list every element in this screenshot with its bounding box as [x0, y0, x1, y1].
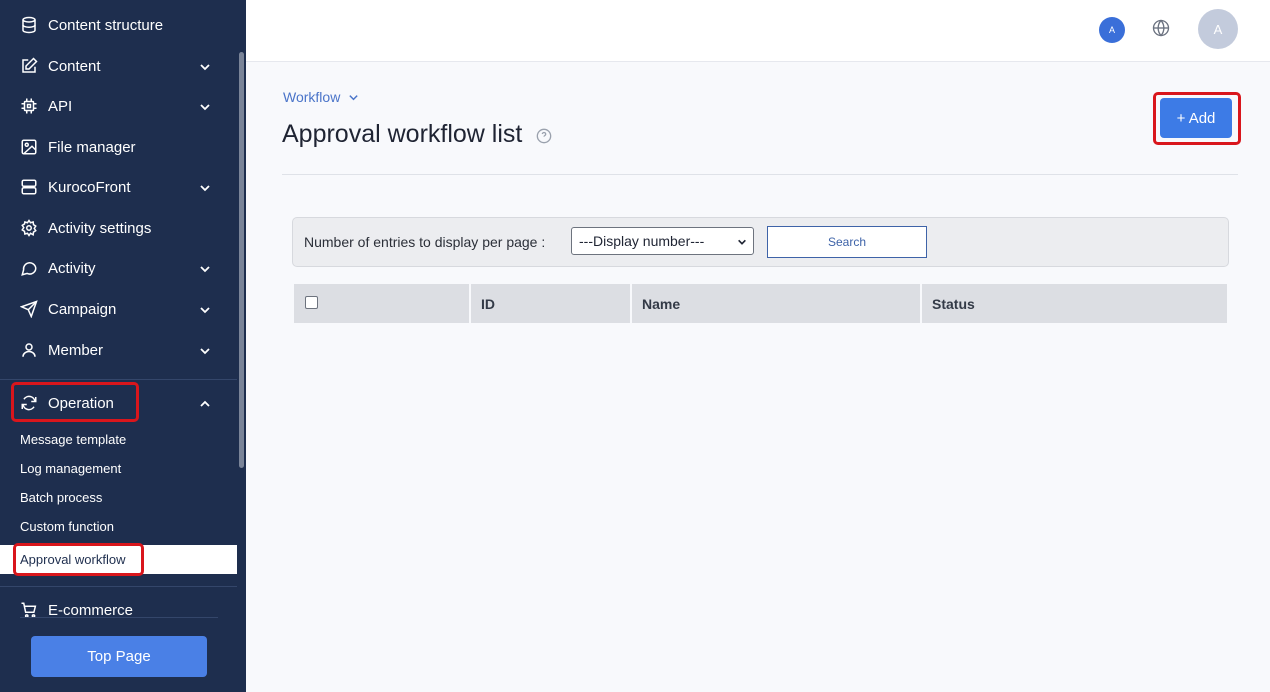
sidebar-item-activity-settings[interactable]: Activity settings	[0, 208, 237, 248]
chevron-down-icon	[199, 303, 211, 315]
add-button[interactable]: + Add	[1160, 98, 1232, 138]
breadcrumb[interactable]: Workflow	[283, 89, 359, 105]
page-title: Approval workflow list	[282, 120, 523, 148]
help-icon[interactable]	[536, 128, 552, 144]
filter-bar: Number of entries to display per page : …	[292, 217, 1229, 267]
sidebar-subitem-label: Approval workflow	[20, 552, 126, 567]
sidebar-bottom-divider	[20, 617, 218, 618]
sidebar-item-member[interactable]: Member	[0, 330, 237, 370]
sidebar-subitem-label: Batch process	[20, 490, 103, 505]
select-all-checkbox[interactable]	[305, 295, 318, 309]
sidebar-item-label: Content structure	[48, 16, 164, 34]
sidebar-divider	[0, 586, 237, 587]
page-title-wrap: Approval workflow list	[282, 120, 552, 149]
chevron-down-icon	[199, 100, 211, 112]
sidebar-subitem-log-management[interactable]: Log management	[0, 454, 237, 483]
sidebar-item-label: API	[48, 97, 73, 115]
column-id[interactable]: ID	[471, 284, 630, 323]
top-header: A A	[246, 0, 1270, 62]
sidebar-item-label: Operation	[48, 394, 114, 412]
image-icon	[20, 138, 38, 156]
sidebar-subitem-batch-process[interactable]: Batch process	[0, 483, 237, 512]
column-status[interactable]: Status	[922, 284, 1227, 323]
sidebar-item-api[interactable]: API	[0, 86, 237, 126]
breadcrumb-label: Workflow	[283, 89, 341, 105]
sidebar-item-activity[interactable]: Activity	[0, 248, 237, 288]
sidebar-item-operation[interactable]: Operation	[0, 383, 237, 423]
refresh-icon	[20, 394, 38, 412]
select-all-column	[294, 284, 469, 323]
sidebar-item-file-manager[interactable]: File manager	[0, 127, 237, 167]
sidebar-item-label: Activity	[48, 259, 96, 277]
chevron-down-icon	[199, 60, 211, 72]
sidebar-item-content[interactable]: Content	[0, 46, 237, 86]
sidebar-subitem-approval-workflow[interactable]: Approval workflow	[0, 545, 237, 574]
column-name[interactable]: Name	[632, 284, 920, 323]
avatar[interactable]: A	[1198, 9, 1238, 49]
sidebar-subitem-message-template[interactable]: Message template	[0, 425, 237, 454]
sidebar-item-label: Activity settings	[48, 219, 152, 237]
sidebar-subitem-custom-function[interactable]: Custom function	[0, 512, 237, 541]
sidebar-item-label: E-commerce	[48, 601, 134, 619]
database-icon	[20, 16, 38, 34]
sidebar-scrollbar[interactable]	[239, 52, 244, 468]
select-value: ---Display number---	[579, 233, 705, 249]
edit-icon	[20, 57, 38, 75]
sidebar-item-label: File manager	[48, 138, 136, 156]
sidebar-item-kurocofront[interactable]: KurocoFront	[0, 167, 237, 207]
chevron-down-icon	[349, 94, 358, 100]
search-button[interactable]: Search	[767, 226, 927, 258]
table-header: ID Name Status	[294, 284, 1227, 323]
sidebar-item-label: Campaign	[48, 300, 117, 318]
sidebar-item-campaign[interactable]: Campaign	[0, 289, 237, 329]
globe-icon[interactable]	[1152, 19, 1170, 37]
sidebar-divider	[0, 379, 237, 380]
entries-per-page-label: Number of entries to display per page :	[304, 234, 546, 250]
sidebar-item-label: KurocoFront	[48, 178, 131, 196]
chat-icon	[20, 259, 38, 277]
top-page-button[interactable]: Top Page	[31, 636, 207, 677]
sidebar-item-ecommerce[interactable]: E-commerce	[0, 590, 237, 630]
chevron-up-icon	[199, 397, 211, 409]
sidebar-item-content-structure[interactable]: Content structure	[0, 5, 237, 45]
sidebar-item-label: Member	[48, 341, 104, 359]
sidebar-subitem-label: Message template	[20, 432, 127, 447]
chevron-down-icon	[199, 262, 211, 274]
title-divider	[282, 174, 1238, 175]
send-icon	[20, 300, 38, 318]
chevron-down-icon	[199, 181, 211, 193]
gear-icon	[20, 219, 38, 237]
chip-icon	[20, 97, 38, 115]
account-badge[interactable]: A	[1099, 17, 1125, 43]
sidebar-subitem-label: Custom function	[20, 519, 114, 534]
sidebar: Content structure Content API File manag…	[0, 0, 246, 692]
entries-per-page-select[interactable]: ---Display number---	[571, 227, 754, 255]
server-icon	[20, 178, 38, 196]
sidebar-item-label: Content	[48, 57, 101, 75]
chevron-down-icon	[738, 239, 746, 245]
sidebar-subitem-label: Log management	[20, 461, 122, 476]
user-icon	[20, 341, 38, 359]
chevron-down-icon	[199, 344, 211, 356]
